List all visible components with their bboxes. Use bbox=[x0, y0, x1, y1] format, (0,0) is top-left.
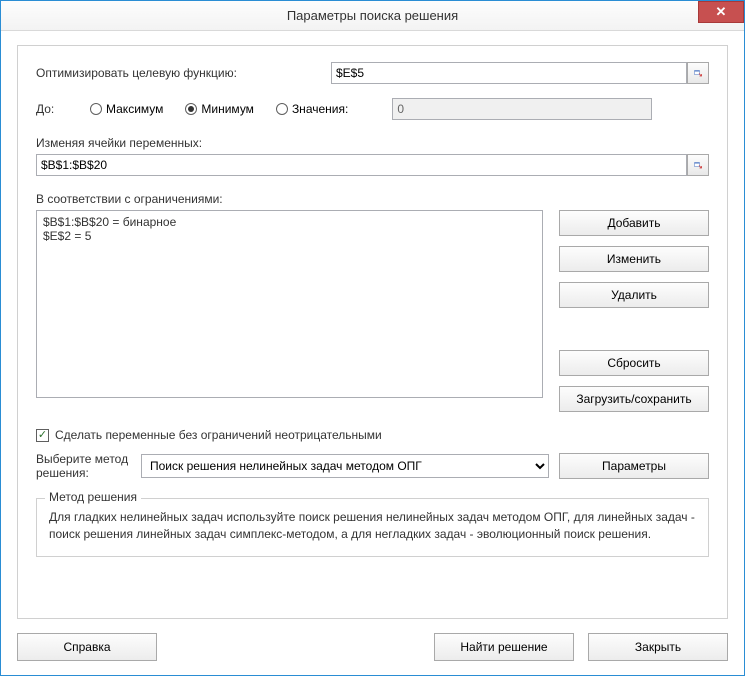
radio-icon bbox=[90, 103, 102, 115]
bottom-buttons: Справка Найти решение Закрыть bbox=[17, 619, 728, 661]
range-ref-icon bbox=[694, 66, 702, 80]
radio-min[interactable]: Минимум bbox=[185, 102, 254, 116]
constraints-label: В соответствии с ограничениями: bbox=[36, 192, 709, 206]
constraints-area: $B$1:$B$20 = бинарное $E$2 = 5 Добавить … bbox=[36, 210, 709, 412]
radio-value[interactable]: Значения: bbox=[276, 102, 348, 116]
objective-row: Оптимизировать целевую функцию: bbox=[36, 62, 709, 84]
reset-button[interactable]: Сбросить bbox=[559, 350, 709, 376]
radio-max[interactable]: Максимум bbox=[90, 102, 163, 116]
var-cells-label: Изменяя ячейки переменных: bbox=[36, 136, 709, 150]
method-row: Выберите метод решения: Поиск решения не… bbox=[36, 452, 709, 480]
var-cells-row bbox=[36, 154, 709, 176]
spacer bbox=[559, 318, 709, 340]
params-button[interactable]: Параметры bbox=[559, 453, 709, 479]
var-cells-input[interactable] bbox=[36, 154, 687, 176]
radio-max-label: Максимум bbox=[106, 102, 163, 116]
to-radio-group: Максимум Минимум Значения: bbox=[90, 102, 348, 116]
to-value-input[interactable] bbox=[392, 98, 652, 120]
method-fieldset: Метод решения Для гладких нелинейных зад… bbox=[36, 498, 709, 557]
var-cells-ref-button[interactable] bbox=[687, 154, 709, 176]
change-button[interactable]: Изменить bbox=[559, 246, 709, 272]
close-dialog-button[interactable]: Закрыть bbox=[588, 633, 728, 661]
constraints-listbox[interactable]: $B$1:$B$20 = бинарное $E$2 = 5 bbox=[36, 210, 543, 398]
delete-button[interactable]: Удалить bbox=[559, 282, 709, 308]
constraints-buttons: Добавить Изменить Удалить Сбросить Загру… bbox=[559, 210, 709, 412]
range-ref-icon bbox=[694, 158, 702, 172]
to-label: До: bbox=[36, 102, 76, 116]
solve-button[interactable]: Найти решение bbox=[434, 633, 574, 661]
method-fieldset-legend: Метод решения bbox=[45, 490, 141, 504]
main-panel: Оптимизировать целевую функцию: До: М bbox=[17, 45, 728, 619]
to-row: До: Максимум Минимум Значения: bbox=[36, 98, 709, 120]
dialog-body: Оптимизировать целевую функцию: До: М bbox=[1, 31, 744, 675]
window-title: Параметры поиска решения bbox=[1, 8, 744, 23]
method-label: Выберите метод решения: bbox=[36, 452, 131, 480]
nonneg-checkbox[interactable] bbox=[36, 429, 49, 442]
titlebar: Параметры поиска решения ✕ bbox=[1, 1, 744, 31]
radio-icon bbox=[185, 103, 197, 115]
nonneg-row: Сделать переменные без ограничений неотр… bbox=[36, 428, 709, 442]
method-fieldset-desc: Для гладких нелинейных задач используйте… bbox=[49, 509, 696, 544]
add-button[interactable]: Добавить bbox=[559, 210, 709, 236]
radio-min-label: Минимум bbox=[201, 102, 254, 116]
objective-label: Оптимизировать целевую функцию: bbox=[36, 66, 331, 80]
nonneg-label: Сделать переменные без ограничений неотр… bbox=[55, 428, 382, 442]
radio-icon bbox=[276, 103, 288, 115]
help-button[interactable]: Справка bbox=[17, 633, 157, 661]
solver-dialog: Параметры поиска решения ✕ Оптимизироват… bbox=[0, 0, 745, 676]
objective-ref-button[interactable] bbox=[687, 62, 709, 84]
close-icon: ✕ bbox=[716, 4, 727, 20]
objective-input[interactable] bbox=[331, 62, 687, 84]
method-select[interactable]: Поиск решения нелинейных задач методом О… bbox=[141, 454, 549, 478]
load-save-button[interactable]: Загрузить/сохранить bbox=[559, 386, 709, 412]
close-button[interactable]: ✕ bbox=[698, 1, 744, 23]
radio-value-label: Значения: bbox=[292, 102, 348, 116]
